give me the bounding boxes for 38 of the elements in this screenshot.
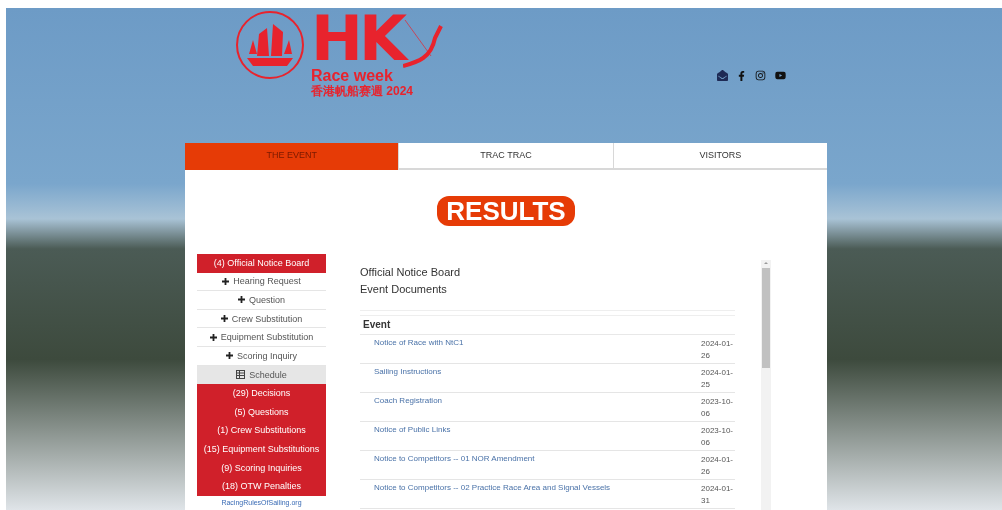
scrollbar[interactable]: [761, 260, 771, 510]
plus-icon: [222, 277, 230, 285]
plus-icon: [238, 296, 245, 304]
document-link[interactable]: Sailing Instructions: [374, 367, 701, 377]
sidebar-header[interactable]: (4) Official Notice Board: [197, 254, 326, 273]
envelope-icon[interactable]: [717, 70, 728, 81]
logo-tagline: 香港帆船赛週 2024: [311, 84, 415, 98]
document-link[interactable]: Notice to Competitors -- 02 Practice Race Area and Signal Vessels: [374, 483, 701, 493]
results-banner: RESULTS: [437, 196, 575, 226]
sidebar-link[interactable]: (18) OTW Penalties: [197, 477, 326, 496]
document-date: 2024-01-31: [701, 483, 735, 507]
document-link[interactable]: Notice of Public Links: [374, 425, 701, 435]
facebook-icon[interactable]: [737, 70, 746, 81]
document-date: 2023-10-06: [701, 425, 735, 449]
document-link[interactable]: Coach Registration: [374, 396, 701, 406]
board-subtitle: Event Documents: [360, 282, 448, 297]
sidebar-link[interactable]: (29) Decisions: [197, 384, 326, 403]
nav-tab[interactable]: VISITORS: [612, 143, 827, 170]
document-date: 2024-01-25: [701, 367, 735, 391]
nav-tab[interactable]: TRAC TRAC: [398, 143, 613, 170]
junk-boat-logo-icon: [235, 10, 305, 80]
plus-icon: [209, 333, 217, 341]
document-date: 2023-10-06: [701, 396, 735, 420]
document-date: 2024-01-26: [701, 454, 735, 478]
board-title: Official Notice Board: [360, 265, 462, 280]
plus-icon: [226, 352, 233, 360]
scroll-thumb[interactable]: [762, 268, 770, 368]
scroll-up-icon: [763, 260, 769, 266]
youtube-icon[interactable]: [775, 70, 786, 81]
logo-subtitle: Race week: [311, 68, 394, 84]
document-link[interactable]: Notice of Race with NtC1: [374, 338, 701, 348]
instagram-icon[interactable]: [755, 70, 766, 81]
sidebar-link[interactable]: (1) Crew Substitutions: [197, 421, 326, 440]
plus-icon: [220, 315, 228, 323]
document-link[interactable]: Notice to Competitors -- 01 NOR Amendment: [374, 454, 701, 464]
document-date: 2024-01-26: [701, 338, 735, 362]
table-icon: [236, 370, 246, 380]
section-heading: Event: [360, 316, 735, 335]
